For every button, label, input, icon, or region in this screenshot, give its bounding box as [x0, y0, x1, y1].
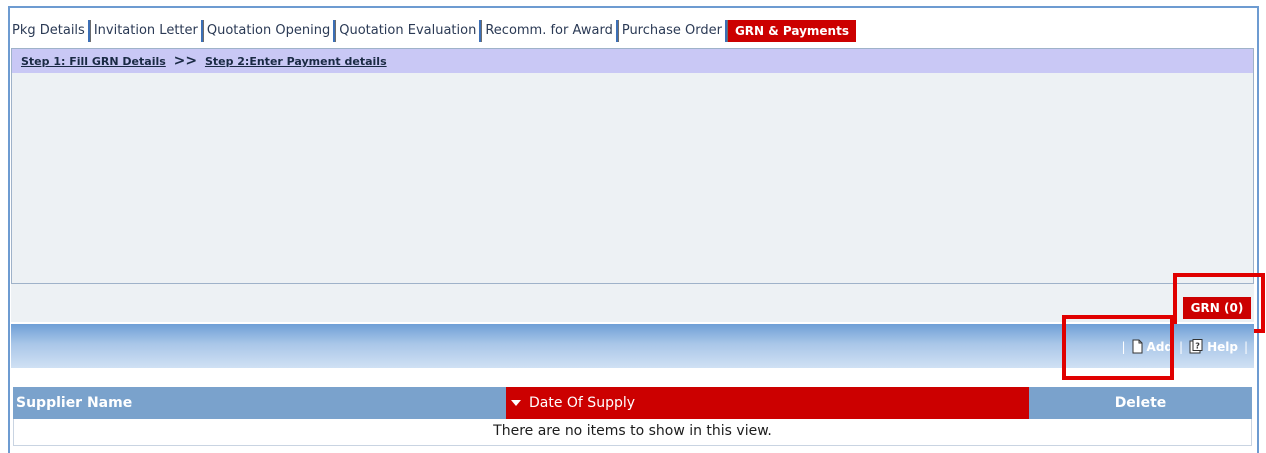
grn-table: Supplier Name Date Of Supply Delete Ther… [13, 387, 1252, 446]
steps-bar: Step 1: Fill GRN Details >> Step 2:Enter… [12, 49, 1253, 73]
help-icon: ? [1189, 339, 1203, 354]
sort-caret-icon [511, 400, 521, 406]
help-label: Help [1207, 339, 1238, 354]
tab-invitation-letter[interactable]: Invitation Letter [89, 20, 203, 42]
toolbar-separator: | [1243, 339, 1248, 354]
column-date-label: Date Of Supply [529, 395, 636, 411]
tab-quotation-evaluation[interactable]: Quotation Evaluation [335, 20, 482, 42]
step-separator: >> [173, 53, 198, 69]
add-highlight-box [1062, 315, 1174, 380]
column-supplier-name[interactable]: Supplier Name [13, 387, 506, 419]
frame-right-border [1257, 6, 1259, 453]
tab-quotation-opening[interactable]: Quotation Opening [202, 20, 336, 42]
tab-bar: Pkg Details Invitation Letter Quotation … [10, 20, 856, 42]
svg-text:?: ? [1195, 342, 1200, 351]
tab-purchase-order[interactable]: Purchase Order [617, 20, 727, 42]
frame-top-border [8, 6, 1259, 8]
toolbar-separator: | [1179, 339, 1184, 354]
step-1-link[interactable]: Step 1: Fill GRN Details [21, 55, 166, 68]
tab-recomm-for-award[interactable]: Recomm. for Award [481, 20, 618, 42]
column-delete: Delete [1029, 387, 1252, 419]
tab-pkg-details[interactable]: Pkg Details [10, 20, 90, 42]
empty-message: There are no items to show in this view. [13, 419, 1252, 446]
column-date-of-supply[interactable]: Date Of Supply [506, 387, 1029, 419]
frame-left-border [8, 6, 10, 453]
table-header: Supplier Name Date Of Supply Delete [13, 387, 1252, 419]
content-panel: Step 1: Fill GRN Details >> Step 2:Enter… [11, 48, 1254, 284]
step-2-link[interactable]: Step 2:Enter Payment details [205, 55, 387, 68]
tab-grn-payments[interactable]: GRN & Payments [726, 20, 856, 42]
help-button[interactable]: ? Help [1189, 339, 1238, 354]
